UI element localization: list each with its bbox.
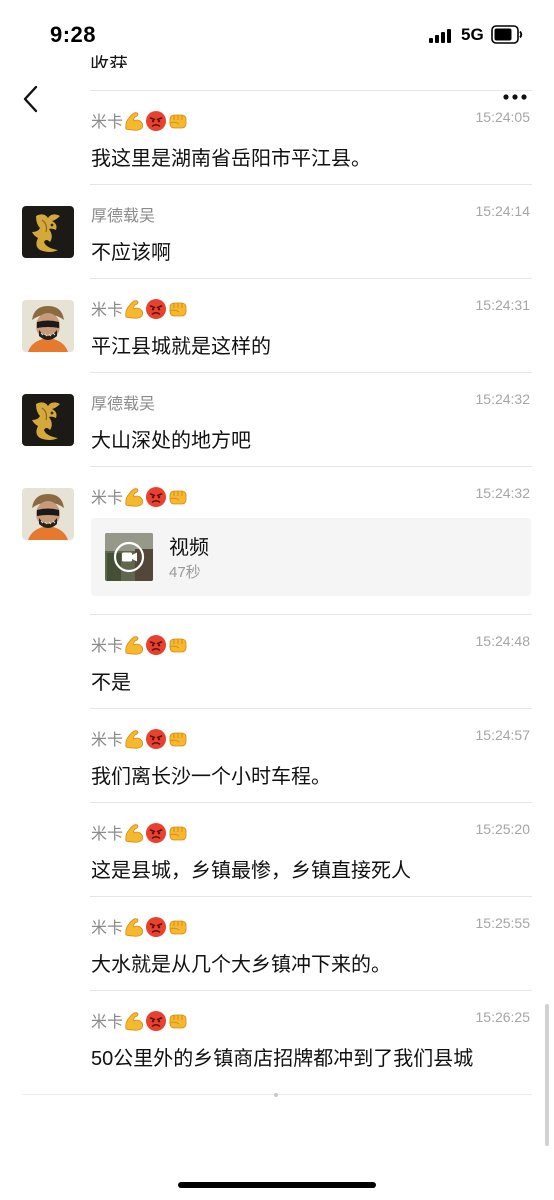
flexed-biceps-icon bbox=[125, 730, 144, 749]
message-item[interactable]: 米卡 15:24:57 我们离长沙一个小时车程。 bbox=[0, 708, 554, 802]
flexed-biceps-icon bbox=[125, 636, 144, 655]
flexed-biceps-icon bbox=[125, 300, 144, 319]
sender-name: 米卡 bbox=[91, 108, 189, 132]
sender-name: 厚德载吴 bbox=[91, 208, 156, 225]
angry-face-icon bbox=[146, 823, 167, 843]
fist-icon bbox=[169, 826, 187, 841]
message-item[interactable]: 米卡 15:25:55 大水就是从几个大乡镇冲下来的。 bbox=[0, 896, 554, 990]
flexed-biceps-icon bbox=[125, 112, 144, 131]
message-time: 15:24:57 bbox=[475, 727, 531, 743]
sender-emoji bbox=[123, 635, 189, 655]
avatar[interactable] bbox=[22, 488, 74, 540]
angry-face-icon bbox=[146, 1011, 167, 1031]
message-text: 大水就是从几个大乡镇冲下来的。 bbox=[91, 954, 391, 976]
sender-emoji bbox=[123, 1011, 189, 1031]
fist-icon bbox=[169, 638, 187, 653]
sender-name: 米卡 bbox=[91, 632, 189, 656]
sender-name: 米卡 bbox=[91, 484, 189, 508]
message-time: 15:26:25 bbox=[475, 1009, 531, 1025]
message-item[interactable]: 米卡 15:24:31 平江县城就是这样的 bbox=[0, 278, 554, 372]
angry-face-icon bbox=[146, 299, 167, 319]
home-indicator[interactable] bbox=[178, 1182, 376, 1188]
message-item[interactable]: 米卡 15:24:48 不是 bbox=[0, 614, 554, 708]
sender-emoji bbox=[123, 729, 189, 749]
message-text: 不应该啊 bbox=[91, 242, 171, 264]
angry-face-icon bbox=[146, 487, 167, 507]
flexed-biceps-icon bbox=[125, 488, 144, 507]
message-time: 15:24:32 bbox=[475, 485, 531, 501]
status-bar: 9:28 5G bbox=[0, 0, 554, 70]
sender-name: 米卡 bbox=[91, 914, 189, 938]
angry-face-icon bbox=[146, 111, 167, 131]
avatar[interactable] bbox=[22, 206, 74, 258]
fist-icon bbox=[169, 302, 187, 317]
fist-icon bbox=[169, 920, 187, 935]
message-text: 我们离长沙一个小时车程。 bbox=[91, 766, 331, 788]
message-text: 我这里是湖南省岳阳市平江县。 bbox=[91, 148, 371, 170]
sender-emoji bbox=[123, 823, 189, 843]
previous-message-fragment: 收获 bbox=[90, 55, 129, 68]
flexed-biceps-icon bbox=[125, 824, 144, 843]
fist-icon bbox=[169, 1014, 187, 1029]
sender-emoji bbox=[123, 917, 189, 937]
sender-name: 米卡 bbox=[91, 726, 189, 750]
sender-name: 米卡 bbox=[91, 1008, 189, 1032]
sender-emoji bbox=[123, 299, 189, 319]
flexed-biceps-icon bbox=[125, 918, 144, 937]
sender-name: 米卡 bbox=[91, 820, 189, 844]
fist-icon bbox=[169, 114, 187, 129]
message-item[interactable]: 厚德载吴 15:24:14 不应该啊 bbox=[0, 184, 554, 278]
message-time: 15:25:20 bbox=[475, 821, 531, 837]
message-text: 平江县城就是这样的 bbox=[91, 336, 271, 358]
message-text: 50公里外的乡镇商店招牌都冲到了我们县城 bbox=[91, 1048, 474, 1070]
video-title: 视频 bbox=[169, 537, 209, 559]
sender-emoji bbox=[123, 111, 189, 131]
video-thumbnail[interactable] bbox=[105, 533, 153, 581]
message-time: 15:24:32 bbox=[475, 391, 531, 407]
message-item[interactable]: 米卡 15:25:20 这是县城，乡镇最惨，乡镇直接死人 bbox=[0, 802, 554, 896]
status-time: 9:28 bbox=[50, 22, 97, 47]
message-list: 米卡 15:24:05 我这里是湖南省岳阳市平江县。 厚德载吴 15:24:14… bbox=[0, 90, 554, 1084]
battery-icon bbox=[491, 25, 523, 44]
message-text: 不是 bbox=[91, 672, 131, 694]
message-text: 大山深处的地方吧 bbox=[91, 430, 251, 452]
message-item[interactable]: 米卡 15:24:32 视频 47秒 bbox=[0, 466, 554, 614]
flexed-biceps-icon bbox=[125, 1012, 144, 1031]
masked-person-avatar bbox=[22, 488, 74, 540]
masked-person-avatar bbox=[22, 300, 74, 352]
avatar[interactable] bbox=[22, 300, 74, 352]
gold-dragon-avatar bbox=[22, 394, 74, 446]
message-time: 15:25:55 bbox=[475, 915, 531, 931]
signal-icon bbox=[429, 29, 455, 43]
message-item[interactable]: 米卡 15:24:05 我这里是湖南省岳阳市平江县。 bbox=[0, 90, 554, 184]
fist-icon bbox=[169, 732, 187, 747]
sender-emoji bbox=[123, 487, 189, 507]
message-item[interactable]: 厚德载吴 15:24:32 大山深处的地方吧 bbox=[0, 372, 554, 466]
network-label: 5G bbox=[461, 25, 484, 44]
message-time: 15:24:14 bbox=[475, 203, 531, 219]
video-card[interactable]: 视频 47秒 bbox=[91, 518, 531, 596]
angry-face-icon bbox=[146, 635, 167, 655]
message-text: 这是县城，乡镇最惨，乡镇直接死人 bbox=[91, 860, 411, 882]
list-end-dot bbox=[274, 1093, 278, 1097]
message-item[interactable]: 米卡 15:26:25 50公里外的乡镇商店招牌都冲到了我们县城 bbox=[0, 990, 554, 1084]
angry-face-icon bbox=[146, 917, 167, 937]
scrollbar[interactable] bbox=[545, 1004, 549, 1146]
message-time: 15:24:31 bbox=[475, 297, 531, 313]
video-duration: 47秒 bbox=[169, 564, 201, 581]
sender-name: 厚德载吴 bbox=[91, 396, 156, 413]
message-time: 15:24:48 bbox=[475, 633, 531, 649]
angry-face-icon bbox=[146, 729, 167, 749]
avatar[interactable] bbox=[22, 394, 74, 446]
sender-name: 米卡 bbox=[91, 296, 189, 320]
video-camera-icon bbox=[122, 552, 137, 562]
message-time: 15:24:05 bbox=[475, 109, 531, 125]
gold-dragon-avatar bbox=[22, 206, 74, 258]
fist-icon bbox=[169, 490, 187, 505]
